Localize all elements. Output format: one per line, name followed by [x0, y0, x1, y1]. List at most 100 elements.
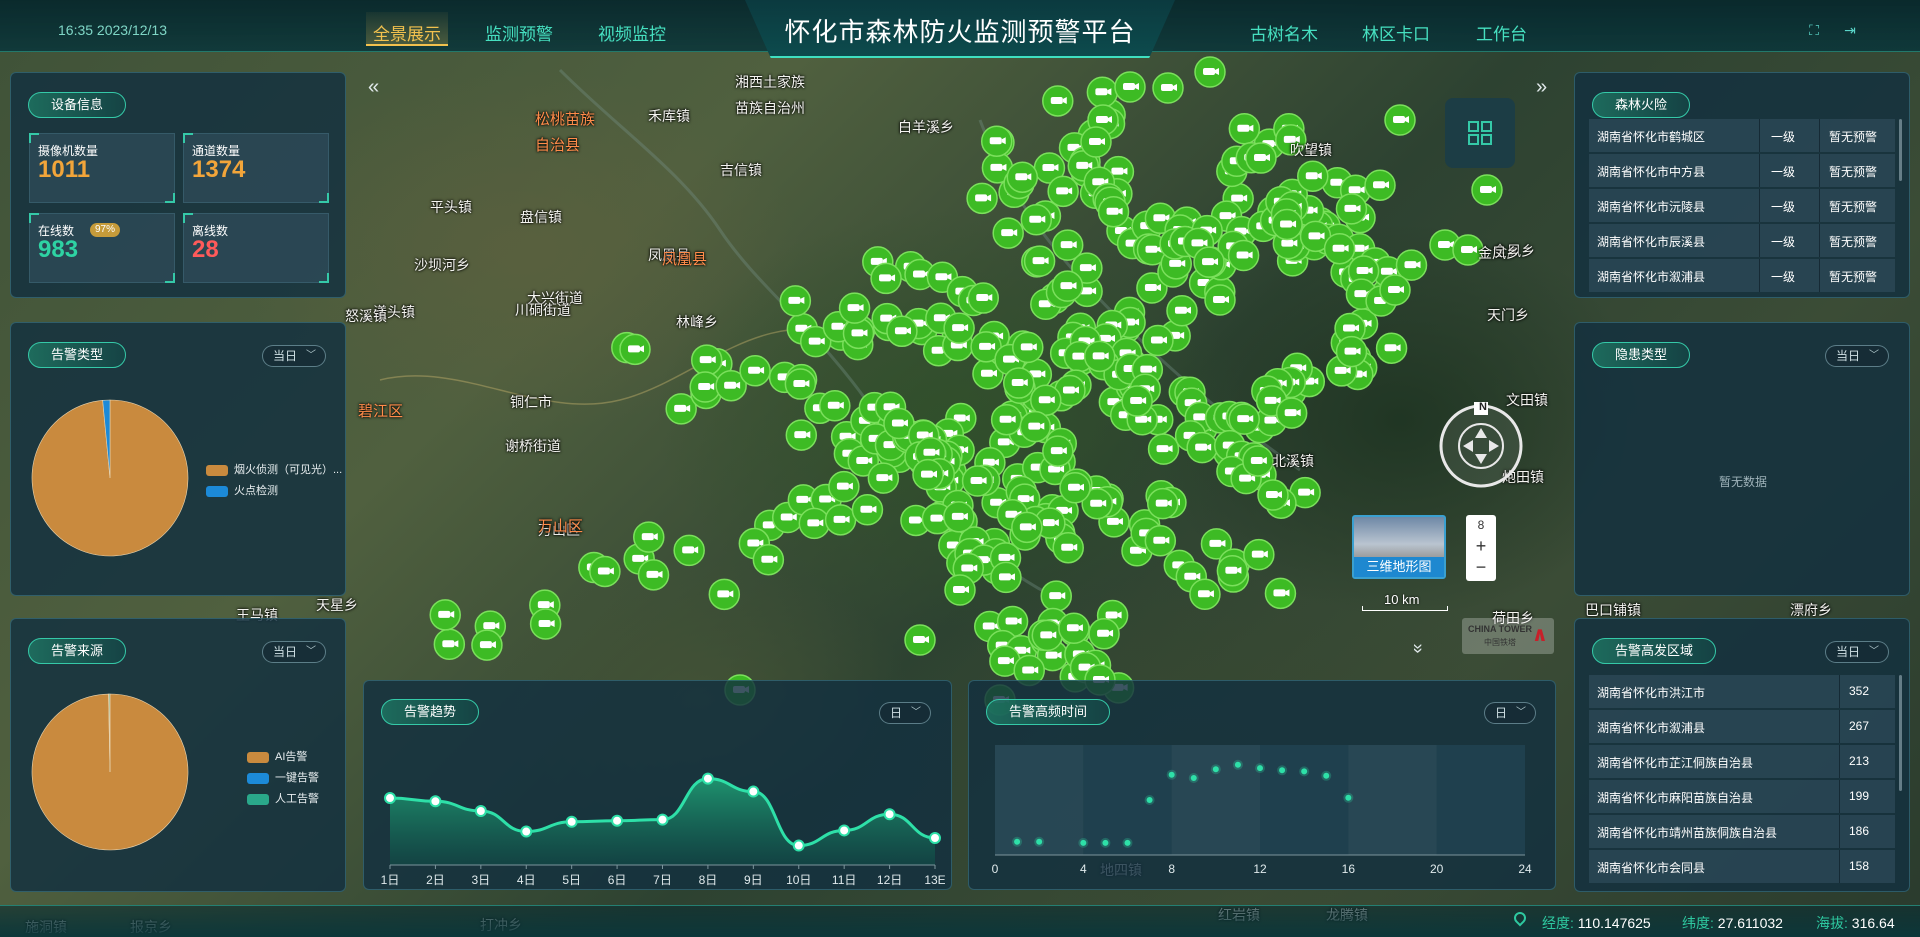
hot-region-row[interactable]: 湖南省怀化市靖州苗族侗族自治县 186 — [1589, 815, 1895, 848]
hour-point[interactable] — [1124, 839, 1131, 846]
hour-point[interactable] — [1257, 765, 1263, 772]
layer-grid-button[interactable] — [1445, 98, 1515, 168]
trend-point[interactable] — [701, 772, 714, 785]
camera-marker[interactable] — [471, 629, 503, 661]
trend-point[interactable] — [384, 792, 396, 805]
hour-point[interactable] — [1279, 767, 1286, 774]
camera-marker[interactable] — [1052, 531, 1084, 564]
camera-marker[interactable] — [961, 465, 994, 497]
camera-marker[interactable] — [785, 419, 818, 451]
trend-point[interactable] — [474, 805, 487, 817]
collapse-right-icon[interactable]: » — [1536, 76, 1547, 99]
camera-marker[interactable] — [819, 390, 851, 422]
camera-marker[interactable] — [1080, 126, 1112, 158]
camera-marker[interactable] — [824, 504, 857, 536]
nav-ancient-trees[interactable]: 古树名木 — [1250, 20, 1318, 45]
hazard-type-filter[interactable]: 当日 ﹀ — [1825, 345, 1889, 367]
hot-region-row[interactable]: 湖南省怀化市会同县 158 — [1589, 850, 1895, 883]
camera-marker[interactable] — [1166, 295, 1198, 327]
forest-fire-row[interactable]: 湖南省怀化市辰溪县 一级 暂无预警 — [1589, 224, 1895, 257]
camera-marker[interactable] — [867, 462, 900, 494]
hot-region-row[interactable]: 湖南省怀化市洪江市 352 — [1589, 675, 1895, 708]
collapse-left-icon[interactable]: « — [368, 76, 379, 99]
camera-marker[interactable] — [1144, 525, 1177, 557]
hour-point[interactable] — [1301, 768, 1308, 775]
trend-point[interactable] — [929, 832, 941, 844]
camera-marker[interactable] — [784, 368, 817, 400]
nav-checkpoints[interactable]: 林区卡口 — [1362, 20, 1430, 45]
camera-marker[interactable] — [912, 458, 944, 491]
camera-marker[interactable] — [1335, 193, 1368, 225]
trend-point[interactable] — [883, 808, 896, 821]
camera-marker[interactable] — [851, 493, 884, 526]
hot-regions-scrollbar[interactable] — [1899, 675, 1902, 791]
forest-fire-row[interactable]: 湖南省怀化市中方县 一级 暂无预警 — [1589, 154, 1895, 187]
camera-marker[interactable] — [798, 507, 831, 540]
camera-marker[interactable] — [990, 561, 1022, 594]
camera-marker[interactable] — [690, 344, 723, 376]
camera-marker[interactable] — [1051, 270, 1084, 302]
hour-point[interactable] — [1212, 766, 1219, 773]
camera-marker[interactable] — [1042, 435, 1074, 467]
camera-marker[interactable] — [1375, 332, 1408, 364]
nav-video[interactable]: 视频监控 — [598, 20, 666, 45]
camera-marker[interactable] — [1042, 85, 1074, 117]
hour-point[interactable] — [1345, 794, 1352, 801]
camera-marker[interactable] — [1271, 208, 1303, 241]
camera-marker[interactable] — [1083, 340, 1116, 373]
camera-marker[interactable] — [1257, 479, 1289, 511]
camera-marker[interactable] — [1002, 367, 1035, 399]
camera-marker[interactable] — [1471, 174, 1503, 206]
hot-region-row[interactable]: 湖南省怀化市溆浦县 267 — [1589, 710, 1895, 743]
camera-marker[interactable] — [1204, 284, 1236, 316]
camera-marker[interactable] — [904, 624, 936, 656]
hour-point[interactable] — [1234, 761, 1241, 768]
camera-marker[interactable] — [1193, 246, 1225, 278]
alarm-hours-filter[interactable]: 日 ﹀ — [1484, 702, 1536, 724]
camera-marker[interactable] — [1323, 232, 1356, 265]
camera-marker[interactable] — [1086, 76, 1119, 109]
camera-marker[interactable] — [1228, 112, 1261, 145]
camera-marker[interactable] — [1152, 72, 1184, 104]
camera-marker[interactable] — [1097, 195, 1130, 228]
forest-fire-row[interactable]: 湖南省怀化市沅陵县 一级 暂无预警 — [1589, 189, 1895, 222]
trend-point[interactable] — [747, 785, 760, 798]
hour-point[interactable] — [1080, 839, 1087, 846]
camera-marker[interactable] — [1088, 618, 1120, 650]
trend-point[interactable] — [838, 824, 851, 837]
camera-marker[interactable] — [1243, 538, 1275, 571]
hour-point[interactable] — [1036, 838, 1043, 845]
camera-marker[interactable] — [433, 628, 466, 661]
camera-marker[interactable] — [1012, 331, 1044, 364]
camera-marker[interactable] — [1031, 619, 1064, 652]
compass[interactable]: N — [1438, 401, 1524, 488]
camera-marker[interactable] — [992, 217, 1024, 249]
camera-marker[interactable] — [943, 312, 975, 344]
camera-marker[interactable] — [1379, 274, 1411, 306]
camera-marker[interactable] — [673, 534, 705, 567]
camera-marker[interactable] — [966, 182, 998, 215]
nav-monitor-alert[interactable]: 监测预警 — [485, 20, 553, 45]
hour-point[interactable] — [1014, 838, 1021, 845]
camera-marker[interactable] — [838, 292, 871, 324]
camera-marker[interactable] — [1245, 142, 1277, 174]
hot-region-row[interactable]: 湖南省怀化市麻阳苗族自治县 199 — [1589, 780, 1895, 813]
forest-fire-scrollbar[interactable] — [1899, 119, 1902, 181]
camera-marker[interactable] — [739, 355, 771, 387]
collapse-bottom-icon[interactable]: » — [1408, 643, 1429, 653]
camera-marker[interactable] — [1147, 487, 1179, 520]
camera-marker[interactable] — [1147, 433, 1180, 465]
alarm-source-filter[interactable]: 当日 ﹀ — [262, 641, 326, 663]
camera-marker[interactable] — [980, 125, 1013, 157]
hour-point[interactable] — [1146, 797, 1153, 803]
camera-marker[interactable] — [870, 262, 902, 295]
camera-marker[interactable] — [1275, 397, 1308, 429]
camera-marker[interactable] — [886, 315, 918, 348]
hour-point[interactable] — [1323, 772, 1330, 779]
camera-marker[interactable] — [529, 608, 562, 640]
logout-icon[interactable]: ⇥ — [1842, 22, 1858, 38]
camera-marker[interactable] — [779, 285, 812, 317]
camera-marker[interactable] — [1114, 71, 1146, 103]
camera-marker[interactable] — [429, 599, 461, 631]
camera-marker[interactable] — [1006, 161, 1039, 193]
